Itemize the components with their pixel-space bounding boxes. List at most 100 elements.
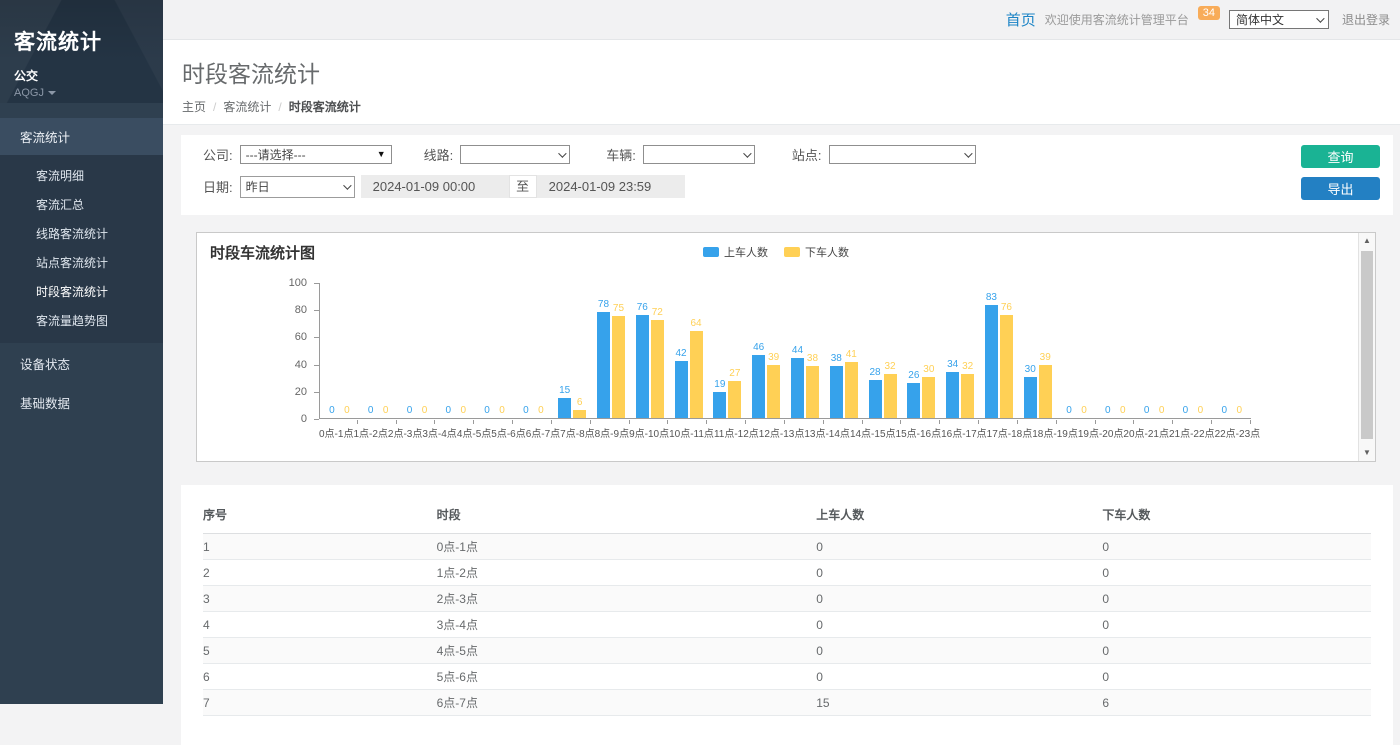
- sidebar-others: 设备状态基础数据: [0, 345, 163, 421]
- sidebar-item[interactable]: 基础数据: [0, 384, 163, 421]
- legend-item[interactable]: 上车人数: [703, 244, 768, 260]
- bar[interactable]: 30: [922, 377, 935, 418]
- chevron-down-icon: [964, 149, 972, 157]
- sidebar-item[interactable]: 设备状态: [0, 345, 163, 382]
- bar[interactable]: 32: [961, 374, 974, 418]
- notification-badge[interactable]: 34: [1198, 6, 1220, 20]
- line-select[interactable]: [460, 145, 570, 164]
- table-cell: 4点-5点: [437, 638, 817, 664]
- sidebar-subitem[interactable]: 时段客流统计: [0, 277, 163, 306]
- bar[interactable]: 41: [845, 362, 858, 418]
- date-from-input[interactable]: 2024-01-09 00:00: [361, 175, 509, 198]
- scrollbar-thumb[interactable]: [1361, 251, 1373, 439]
- sidebar-subitem[interactable]: 站点客流统计: [0, 248, 163, 277]
- bar-value-label: 0: [1120, 405, 1126, 416]
- bar[interactable]: 26: [907, 383, 920, 418]
- x-tick-label: 7点-8点: [560, 425, 594, 440]
- table-cell: 0: [816, 612, 1102, 638]
- bar-group: 00: [1096, 283, 1135, 418]
- sidebar-subitem[interactable]: 客流汇总: [0, 190, 163, 219]
- org-code-dropdown[interactable]: AQGJ: [14, 87, 163, 99]
- table-cell: 0: [1102, 664, 1371, 690]
- bar[interactable]: 46: [752, 355, 765, 418]
- bar[interactable]: 19: [713, 392, 726, 418]
- bar[interactable]: 64: [690, 331, 703, 418]
- bar[interactable]: 76: [636, 315, 649, 418]
- bar[interactable]: 30: [1024, 377, 1037, 418]
- chart-scrollbar[interactable]: ▲ ▼: [1358, 233, 1375, 461]
- bar[interactable]: 42: [675, 361, 688, 418]
- station-select[interactable]: [829, 145, 976, 164]
- x-tick-mark: [397, 420, 436, 424]
- bar[interactable]: 28: [869, 380, 882, 418]
- bar[interactable]: 38: [806, 366, 819, 418]
- date-separator: 至: [509, 175, 537, 198]
- legend-label: 上车人数: [724, 244, 768, 260]
- table-cell: 3点-4点: [437, 612, 817, 638]
- logout-link[interactable]: 退出登录: [1342, 11, 1390, 28]
- bar[interactable]: 15: [558, 398, 571, 418]
- sidebar-item-passenger-stats[interactable]: 客流统计: [0, 118, 163, 155]
- home-link[interactable]: 首页: [1006, 9, 1036, 30]
- welcome-text: 欢迎使用客流统计管理平台: [1045, 11, 1189, 28]
- scroll-up-icon[interactable]: ▲: [1359, 233, 1375, 249]
- bar-value-label: 0: [1221, 405, 1227, 416]
- bar[interactable]: 72: [651, 320, 664, 418]
- table-cell: 5点-6点: [437, 664, 817, 690]
- bar-value-label: 30: [923, 364, 934, 375]
- x-tick-label: 15点-16点: [896, 425, 942, 440]
- table-cell: 4: [203, 612, 437, 638]
- bar-group: 00: [1174, 283, 1213, 418]
- bar-value-label: 0: [1144, 405, 1150, 416]
- bar-value-label: 76: [637, 302, 648, 313]
- vehicle-select[interactable]: [643, 145, 755, 164]
- x-tick-label: 10点-11点: [669, 425, 714, 440]
- bar[interactable]: 38: [830, 366, 843, 418]
- table-cell: 15: [816, 690, 1102, 716]
- bar-group: 156: [553, 283, 592, 418]
- bar[interactable]: 39: [767, 365, 780, 418]
- x-tick-label: 19点-20点: [1078, 425, 1124, 440]
- bar-value-label: 0: [1236, 405, 1242, 416]
- bar[interactable]: 44: [791, 358, 804, 418]
- filter-row-2: 日期: 昨日 2024-01-09 00:00 至 2024-01-09 23:…: [203, 175, 1393, 198]
- bar[interactable]: 83: [985, 305, 998, 418]
- bar-value-label: 19: [714, 379, 725, 390]
- breadcrumb-item[interactable]: 主页: [182, 100, 206, 114]
- export-button[interactable]: 导出: [1301, 177, 1380, 200]
- x-tick-label: 4点-5点: [457, 425, 491, 440]
- bar-group: 00: [1212, 283, 1251, 418]
- legend-item[interactable]: 下车人数: [784, 244, 849, 260]
- sidebar-subitem[interactable]: 客流明细: [0, 161, 163, 190]
- sidebar-subitem[interactable]: 线路客流统计: [0, 219, 163, 248]
- bar[interactable]: 6: [573, 410, 586, 418]
- bar[interactable]: 39: [1039, 365, 1052, 418]
- x-tick-mark: [901, 420, 940, 424]
- x-tick-mark: [630, 420, 669, 424]
- bar[interactable]: 78: [597, 312, 610, 418]
- breadcrumb-item[interactable]: 客流统计: [223, 100, 271, 114]
- language-select[interactable]: 简体中文: [1229, 10, 1329, 29]
- bar-group: 00: [1135, 283, 1174, 418]
- bar[interactable]: 32: [884, 374, 897, 418]
- bar-value-label: 0: [407, 405, 413, 416]
- query-button[interactable]: 查询: [1301, 145, 1380, 168]
- x-tick-label: 18点-19点: [1032, 425, 1078, 440]
- bar[interactable]: 76: [1000, 315, 1013, 418]
- scroll-down-icon[interactable]: ▼: [1359, 445, 1375, 461]
- sidebar-subitem[interactable]: 客流量趋势图: [0, 306, 163, 335]
- bar[interactable]: 27: [728, 381, 741, 418]
- table-cell: 0: [816, 534, 1102, 560]
- y-tick-mark: [314, 419, 319, 420]
- bar-value-label: 0: [383, 405, 389, 416]
- bar-value-label: 0: [1105, 405, 1111, 416]
- table-body: 10点-1点0021点-2点0032点-3点0043点-4点0054点-5点00…: [203, 534, 1371, 716]
- date-preset-select[interactable]: 昨日: [240, 176, 355, 198]
- bar[interactable]: 75: [612, 316, 625, 418]
- bar[interactable]: 34: [946, 372, 959, 418]
- company-select[interactable]: ---请选择--- ▼: [240, 145, 392, 164]
- bar-value-label: 15: [559, 385, 570, 396]
- date-to-input[interactable]: 2024-01-09 23:59: [537, 175, 685, 198]
- chevron-down-icon: [1316, 14, 1324, 22]
- bar-value-label: 0: [422, 405, 428, 416]
